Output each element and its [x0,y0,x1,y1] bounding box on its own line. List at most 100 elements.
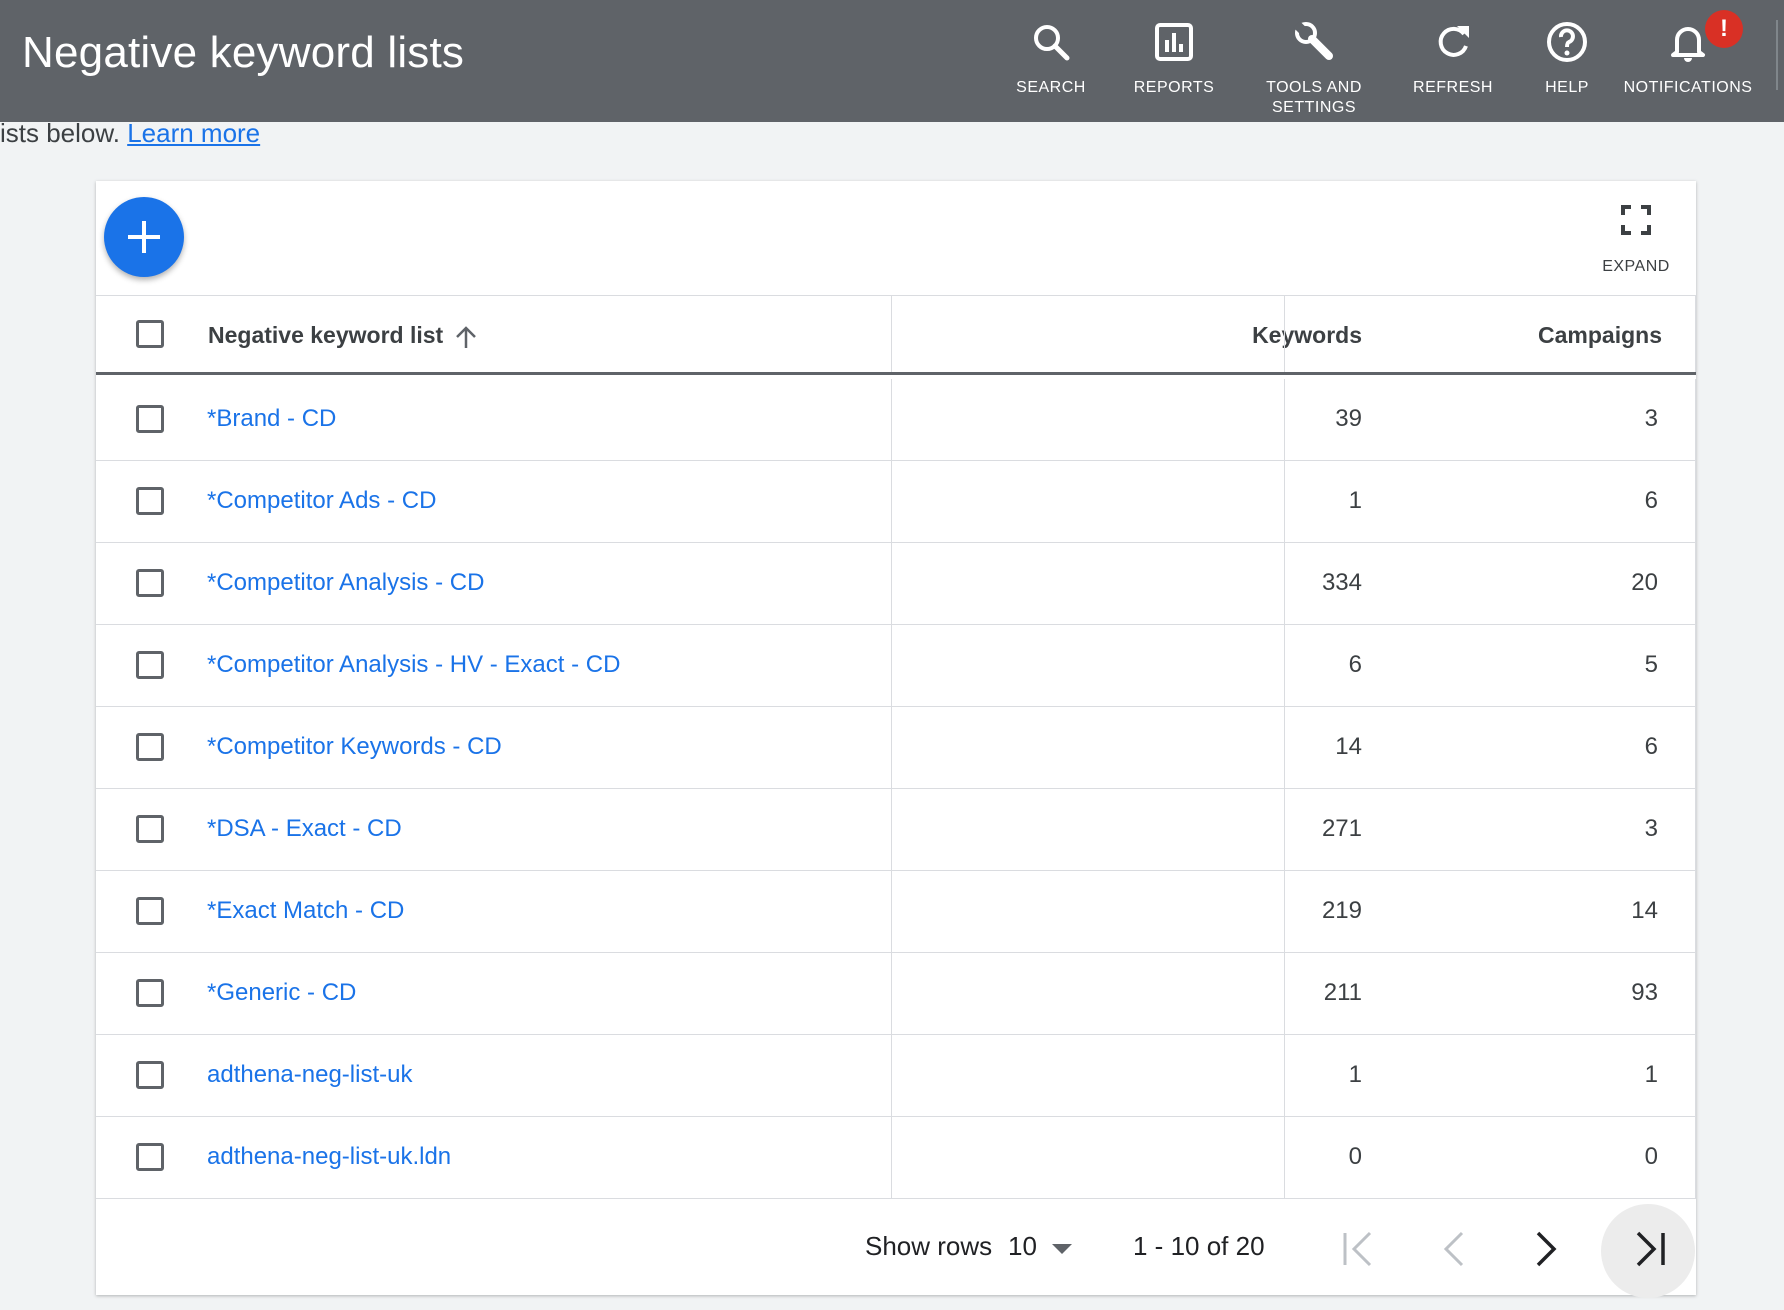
list-name-link[interactable]: *Generic - CD [207,979,356,1007]
learn-more-link[interactable]: Learn more [127,118,260,148]
rows-per-page-select[interactable]: 10 [1008,1231,1037,1262]
table-row: *Brand - CD 39 3 [96,379,1696,461]
column-divider [891,707,892,788]
page-title: Negative keyword lists [22,28,465,77]
row-checkbox[interactable] [136,897,164,925]
nav-tools-settings-label: TOOLS AND SETTINGS [1266,79,1362,116]
list-name-link[interactable]: *Exact Match - CD [207,897,404,925]
table-row: *Competitor Keywords - CD 14 6 [96,707,1696,789]
nav-reports-label: REPORTS [1133,79,1215,96]
column-divider [1284,871,1285,952]
row-checkbox[interactable] [136,1143,164,1171]
campaigns-count: 6 [1644,733,1658,760]
row-checkbox[interactable] [136,979,164,1007]
row-checkbox[interactable] [136,815,164,843]
last-page-icon[interactable] [1632,1229,1668,1269]
row-checkbox[interactable] [136,733,164,761]
reports-icon [1155,23,1193,61]
chevron-down-icon[interactable] [1052,1244,1072,1254]
column-divider [1695,1117,1696,1198]
keywords-count: 6 [1348,651,1362,678]
column-divider [1284,461,1285,542]
list-name-link[interactable]: adthena-neg-list-uk [207,1061,412,1089]
row-checkbox[interactable] [136,1061,164,1089]
column-divider [891,461,892,542]
search-icon [1034,25,1070,61]
keywords-count: 14 [1335,733,1362,760]
campaigns-count: 3 [1644,815,1658,842]
campaigns-count: 93 [1631,979,1658,1006]
campaigns-count: 0 [1644,1143,1658,1170]
row-checkbox[interactable] [136,487,164,515]
nav-tools-settings-button[interactable]: TOOLS AND SETTINGS [1239,20,1389,118]
list-name-link[interactable]: *DSA - Exact - CD [207,815,402,843]
wrench-icon [1293,20,1333,60]
column-divider [1695,1035,1696,1116]
keywords-count: 1 [1348,1061,1362,1088]
next-page-icon[interactable] [1532,1229,1562,1269]
select-all-checkbox[interactable] [136,320,164,348]
keywords-count: 334 [1321,569,1362,596]
column-divider [1695,461,1696,542]
column-divider [891,296,892,372]
negative-keyword-lists-card: EXPAND Negative keyword list Keywords Ca… [96,181,1696,1298]
column-header-keywords[interactable]: Keywords [896,322,1362,349]
nav-notifications-label: NOTIFICATIONS [1623,79,1753,96]
row-checkbox[interactable] [136,405,164,433]
previous-page-icon[interactable] [1438,1229,1468,1269]
plus-icon [128,221,160,253]
intro-text: ists below. Learn more [0,118,260,149]
sort-ascending-icon[interactable] [454,324,478,350]
column-divider [891,625,892,706]
column-divider [1695,296,1696,372]
list-name-link[interactable]: adthena-neg-list-uk.ldn [207,1143,451,1171]
table-row: *Competitor Analysis - CD 334 20 [96,543,1696,625]
column-divider [891,953,892,1034]
list-name-link[interactable]: *Competitor Ads - CD [207,487,436,515]
table-row: *DSA - Exact - CD 271 3 [96,789,1696,871]
list-name-link[interactable]: *Competitor Keywords - CD [207,733,502,761]
keywords-count: 219 [1321,897,1362,924]
notification-badge: ! [1705,10,1743,48]
column-divider [1284,789,1285,870]
list-name-link[interactable]: *Competitor Analysis - HV - Exact - CD [207,651,620,679]
table-header: Negative keyword list Keywords Campaigns [96,295,1696,375]
campaigns-count: 20 [1631,569,1658,596]
column-divider [891,789,892,870]
table-row: adthena-neg-list-uk 1 1 [96,1035,1696,1117]
campaigns-count: 14 [1631,897,1658,924]
refresh-icon [1438,26,1469,57]
row-checkbox[interactable] [136,569,164,597]
column-header-list-name[interactable]: Negative keyword list [208,322,443,349]
column-divider [1695,871,1696,952]
column-divider [891,1035,892,1116]
top-bar: Negative keyword lists SEARCH REPORTS TO… [0,0,1784,122]
column-divider [1695,379,1696,460]
column-divider [891,379,892,460]
table-row: *Exact Match - CD 219 14 [96,871,1696,953]
column-divider [1284,379,1285,460]
list-name-link[interactable]: *Brand - CD [207,405,336,433]
keywords-count: 0 [1348,1143,1362,1170]
column-divider [891,543,892,624]
column-divider [1695,707,1696,788]
expand-button[interactable]: EXPAND [1596,205,1676,276]
column-divider [1695,789,1696,870]
column-divider [1284,625,1285,706]
list-name-link[interactable]: *Competitor Analysis - CD [207,569,484,597]
nav-notifications-button[interactable]: ! NOTIFICATIONS [1613,10,1763,98]
expand-label: EXPAND [1602,258,1670,275]
column-divider [1284,953,1285,1034]
fullscreen-icon [1621,205,1651,235]
first-page-icon[interactable] [1340,1229,1376,1269]
column-header-campaigns[interactable]: Campaigns [1296,322,1662,349]
add-list-button[interactable] [104,197,184,277]
campaigns-count: 3 [1644,405,1658,432]
row-checkbox[interactable] [136,651,164,679]
column-divider [1695,543,1696,624]
campaigns-count: 5 [1644,651,1658,678]
campaigns-count: 6 [1644,487,1658,514]
column-divider [1284,1117,1285,1198]
nav-reports-button[interactable]: REPORTS [1099,20,1249,98]
page-range: 1 - 10 of 20 [1133,1231,1265,1261]
